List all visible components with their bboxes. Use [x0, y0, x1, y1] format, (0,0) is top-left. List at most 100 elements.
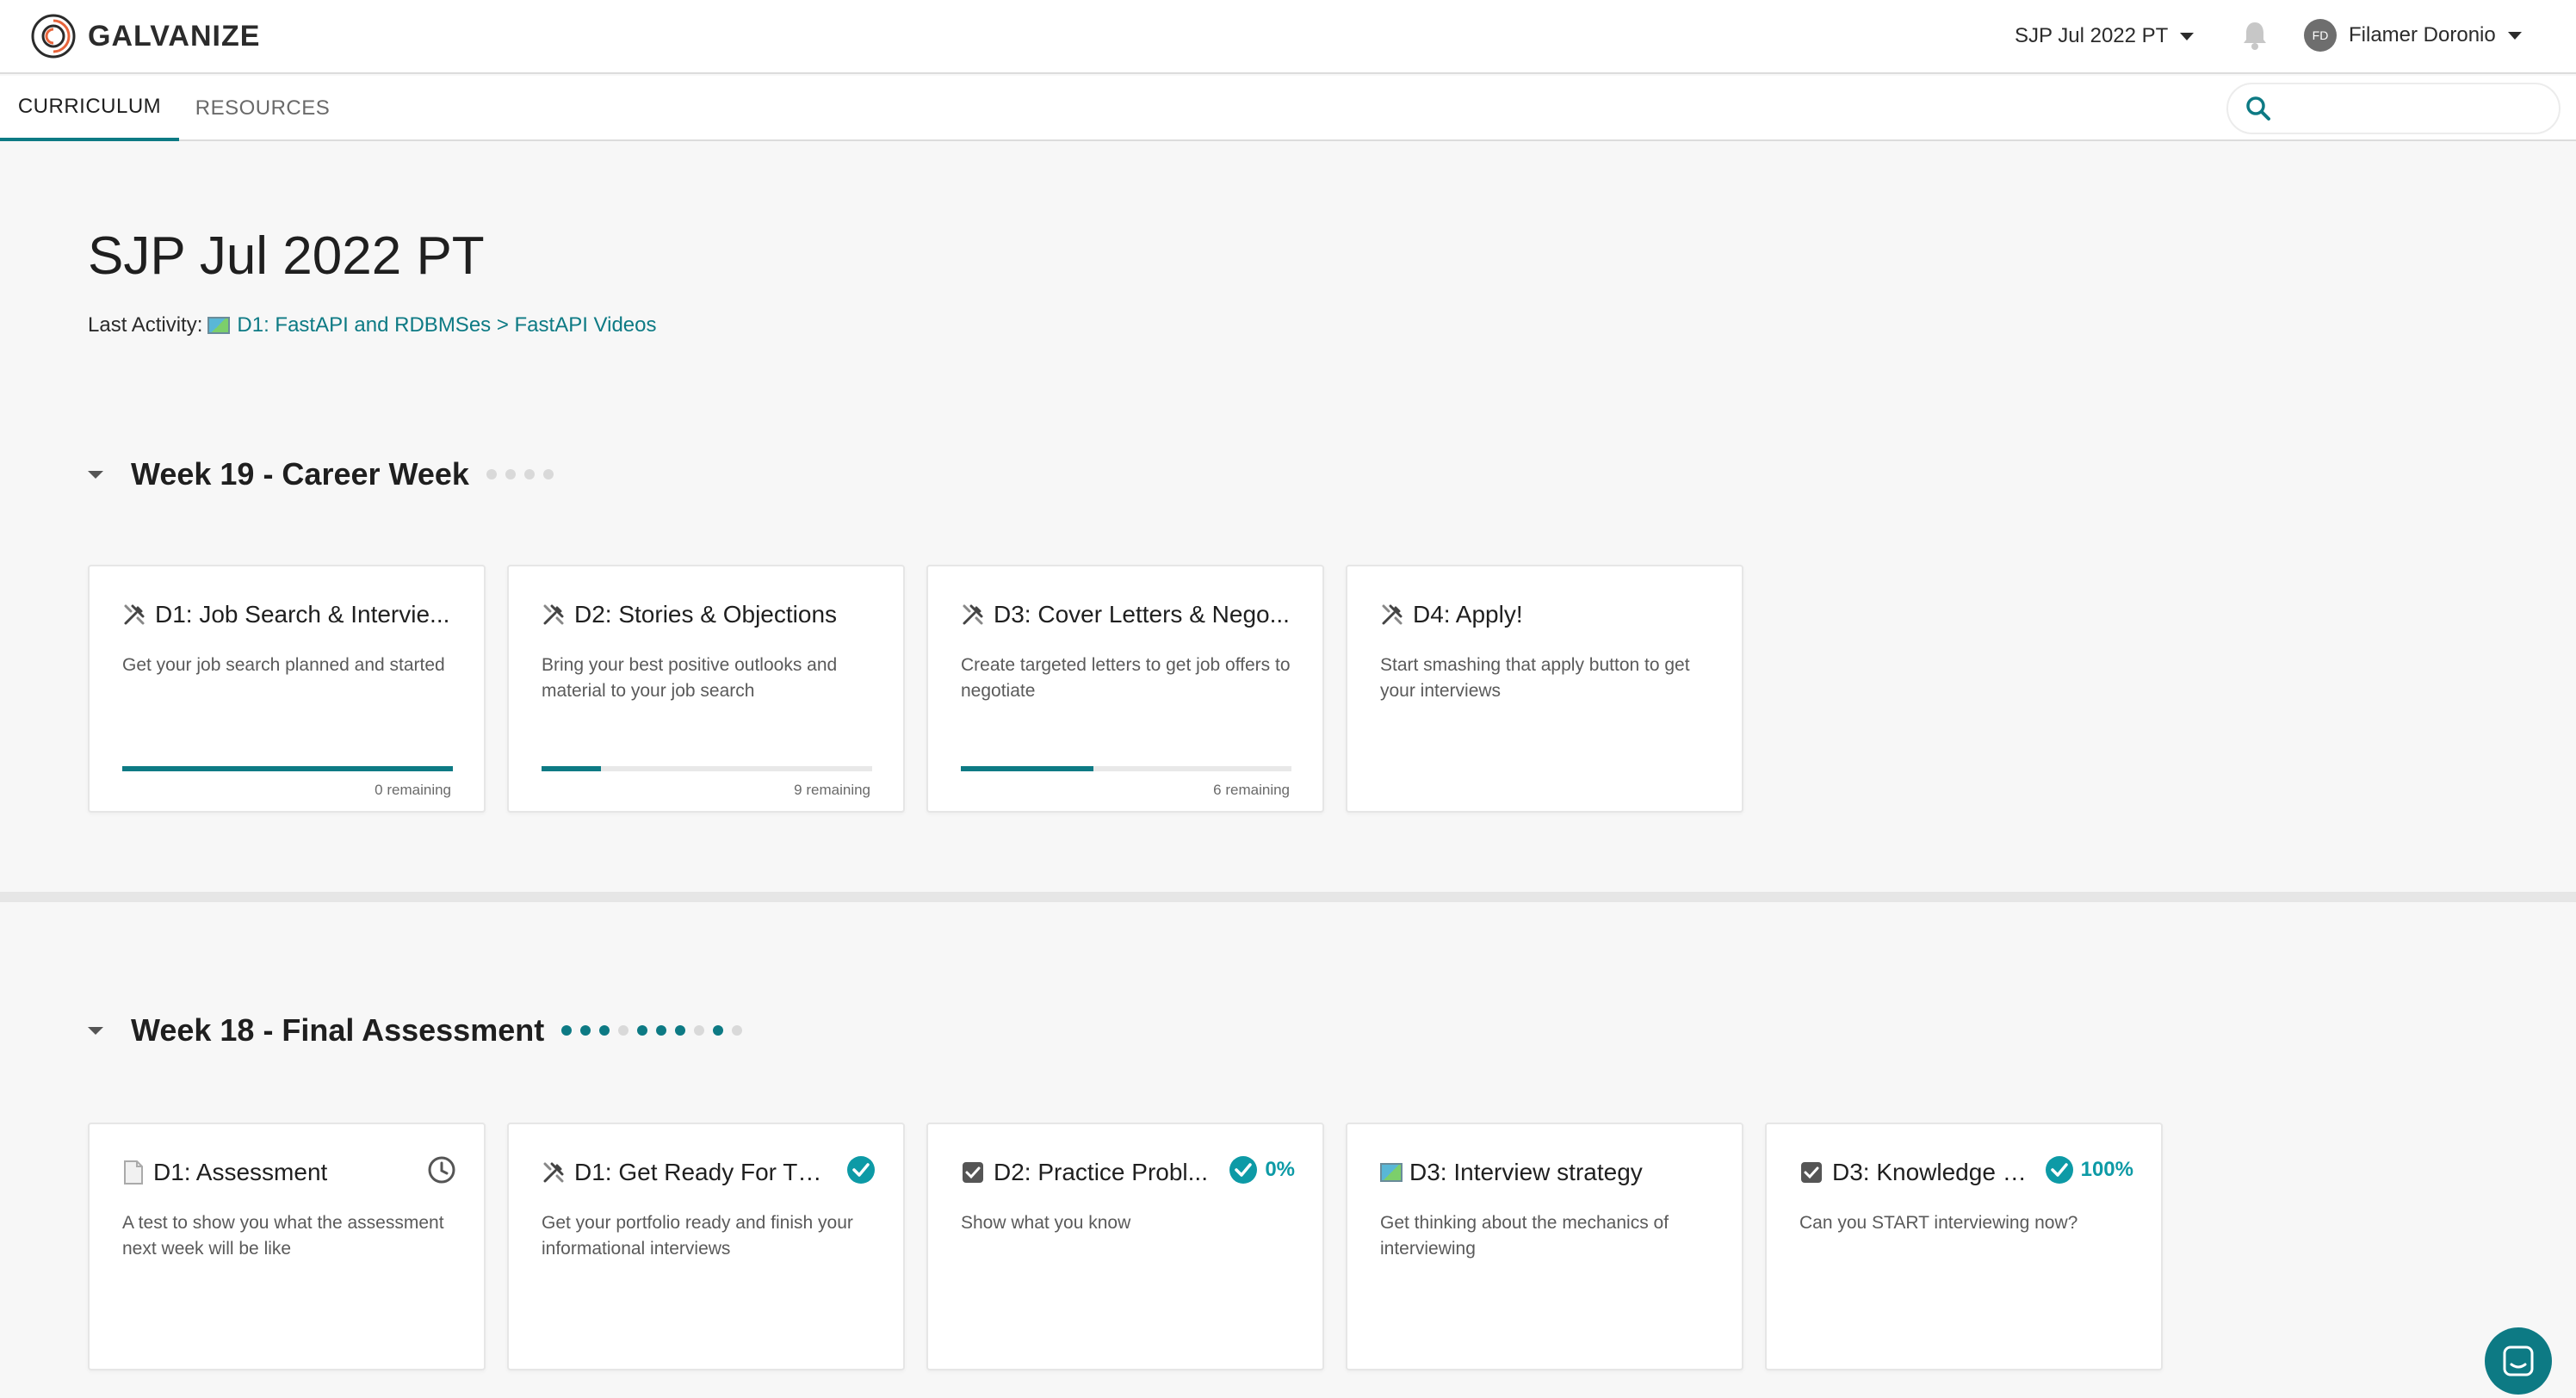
card-title: D1: Job Search & Intervie...: [155, 601, 450, 628]
card-title: D2: Stories & Objections: [574, 601, 838, 628]
progress-dot: [505, 469, 516, 479]
card-progress-bar: [122, 766, 453, 771]
chat-launcher-button[interactable]: [2485, 1327, 2552, 1395]
card-title: D4: Apply!: [1413, 601, 1523, 628]
progress-fill: [961, 766, 1093, 771]
day-card[interactable]: D1: Job Search & Intervie... Get your jo…: [88, 565, 486, 813]
search-box[interactable]: [2226, 83, 2561, 134]
card-description: A test to show you what the assessment n…: [122, 1213, 444, 1259]
remaining-count: 6 remaining: [1213, 782, 1290, 798]
remaining-count: 0 remaining: [375, 782, 451, 798]
user-menu[interactable]: FD Filamer Doronio: [2304, 17, 2522, 53]
progress-dot: [637, 1025, 648, 1036]
card-title: D3: Cover Letters & Nego...: [994, 601, 1290, 628]
section-divider: [0, 892, 2576, 902]
day-card[interactable]: D2: Practice Probl... 0% Show what you k…: [926, 1123, 1324, 1370]
day-card[interactable]: D1: Get Ready For Th... Get your portfol…: [507, 1123, 905, 1370]
score-percent: 0%: [1265, 1158, 1295, 1181]
top-bar: GALVANIZE SJP Jul 2022 PT FD Filamer Dor…: [0, 0, 2576, 74]
card-description: Start smashing that apply button to get …: [1380, 655, 1690, 701]
day-card[interactable]: D2: Stories & Objections Bring your best…: [507, 565, 905, 813]
last-activity-label: Last Activity:: [88, 313, 203, 337]
tools-icon: [1382, 604, 1403, 625]
score-percent: 100%: [2080, 1158, 2133, 1181]
nav-bar: CURRICULUM RESOURCES: [0, 76, 2576, 141]
week-title: Week 18 - Final Assessment: [131, 1012, 545, 1048]
week-header[interactable]: Week 19 - Career Week: [88, 456, 562, 492]
avatar: FD: [2304, 19, 2337, 52]
chevron-down-icon: [2507, 31, 2522, 40]
card-description: Bring your best positive outlooks and ma…: [542, 655, 838, 701]
day-card[interactable]: D3: Cover Letters & Nego... Create targe…: [926, 565, 1324, 813]
card-description: Can you START interviewing now?: [1799, 1213, 2078, 1233]
progress-dot: [618, 1025, 629, 1036]
clock-icon: [428, 1156, 455, 1184]
cohort-dropdown-label: SJP Jul 2022 PT: [2015, 24, 2169, 47]
day-card[interactable]: D1: Assessment A test to show you what t…: [88, 1123, 486, 1370]
checkbox-icon: [1801, 1162, 1822, 1183]
tab-resources[interactable]: RESOURCES: [188, 76, 337, 141]
card-title: D2: Practice Probl...: [994, 1159, 1208, 1185]
card-description: Show what you know: [961, 1213, 1131, 1233]
tab-curriculum[interactable]: CURRICULUM: [0, 76, 179, 141]
progress-dot: [732, 1025, 743, 1036]
tools-icon: [124, 604, 145, 625]
card-title: D3: Interview strategy: [1409, 1159, 1643, 1185]
search-input[interactable]: [2283, 97, 2559, 120]
card-description: Get your job search planned and started: [122, 655, 445, 675]
progress-dot: [656, 1025, 667, 1036]
card-description: Get thinking about the mechanics of inte…: [1380, 1213, 1669, 1259]
chevron-down-icon: [2180, 32, 2195, 40]
search-icon: [2246, 96, 2270, 121]
card-title: D1: Assessment: [153, 1159, 328, 1185]
tools-icon: [963, 604, 983, 625]
last-activity-link-text: D1: FastAPI and RDBMSes > FastAPI Videos: [237, 313, 657, 337]
notification-bell-icon[interactable]: [2242, 21, 2268, 54]
card-title: D1: Get Ready For Th...: [574, 1159, 826, 1185]
progress-dot: [694, 1025, 705, 1036]
day-card[interactable]: D3: Knowledge C... 100% Can you START in…: [1765, 1123, 2163, 1370]
cohort-dropdown[interactable]: SJP Jul 2022 PT: [2015, 19, 2195, 53]
day-card[interactable]: D3: Interview strategy Get thinking abou…: [1346, 1123, 1743, 1370]
logo-wordmark: GALVANIZE: [88, 19, 261, 53]
progress-dot: [542, 469, 554, 479]
card-description: Get your portfolio ready and finish your…: [542, 1213, 853, 1259]
tools-icon: [543, 604, 564, 625]
progress-dot: [580, 1025, 591, 1036]
progress-dot: [523, 469, 535, 479]
last-activity: Last Activity: D1: FastAPI and RDBMSes >…: [88, 313, 657, 337]
check-circle-icon: [847, 1156, 875, 1184]
card-title: D3: Knowledge C...: [1832, 1159, 2032, 1185]
collapse-caret-icon[interactable]: [88, 1026, 103, 1035]
tools-icon: [543, 1162, 564, 1183]
card-progress-bar: [961, 766, 1291, 771]
galvanize-logo[interactable]: GALVANIZE: [29, 12, 260, 60]
week-progress-dots: [561, 1025, 751, 1036]
document-icon: [124, 1160, 143, 1185]
galvanize-logo-icon: [31, 14, 76, 59]
card-progress-bar: [542, 766, 872, 771]
remaining-count: 9 remaining: [794, 782, 870, 798]
check-circle-icon: [2045, 1156, 2073, 1184]
card-description: Create targeted letters to get job offer…: [961, 655, 1291, 701]
map-icon: [1380, 1163, 1403, 1182]
progress-dot: [486, 469, 497, 479]
progress-dot: [675, 1025, 686, 1036]
progress-fill: [542, 766, 602, 771]
map-icon: [207, 317, 231, 334]
collapse-caret-icon[interactable]: [88, 470, 103, 479]
check-circle-icon: [1229, 1156, 1258, 1184]
day-card[interactable]: D4: Apply! Start smashing that apply but…: [1346, 565, 1743, 813]
week-title: Week 19 - Career Week: [131, 456, 469, 492]
progress-dot: [713, 1025, 724, 1036]
chat-icon: [2503, 1345, 2534, 1376]
checkbox-icon: [963, 1162, 983, 1183]
week-header[interactable]: Week 18 - Final Assessment: [88, 1012, 751, 1048]
user-name: Filamer Doronio: [2349, 23, 2496, 46]
last-activity-link[interactable]: D1: FastAPI and RDBMSes > FastAPI Videos: [207, 313, 657, 337]
week-progress-dots: [486, 469, 562, 479]
progress-dot: [599, 1025, 610, 1036]
page-title: SJP Jul 2022 PT: [88, 226, 485, 286]
progress-fill: [122, 766, 453, 771]
progress-dot: [561, 1025, 573, 1036]
